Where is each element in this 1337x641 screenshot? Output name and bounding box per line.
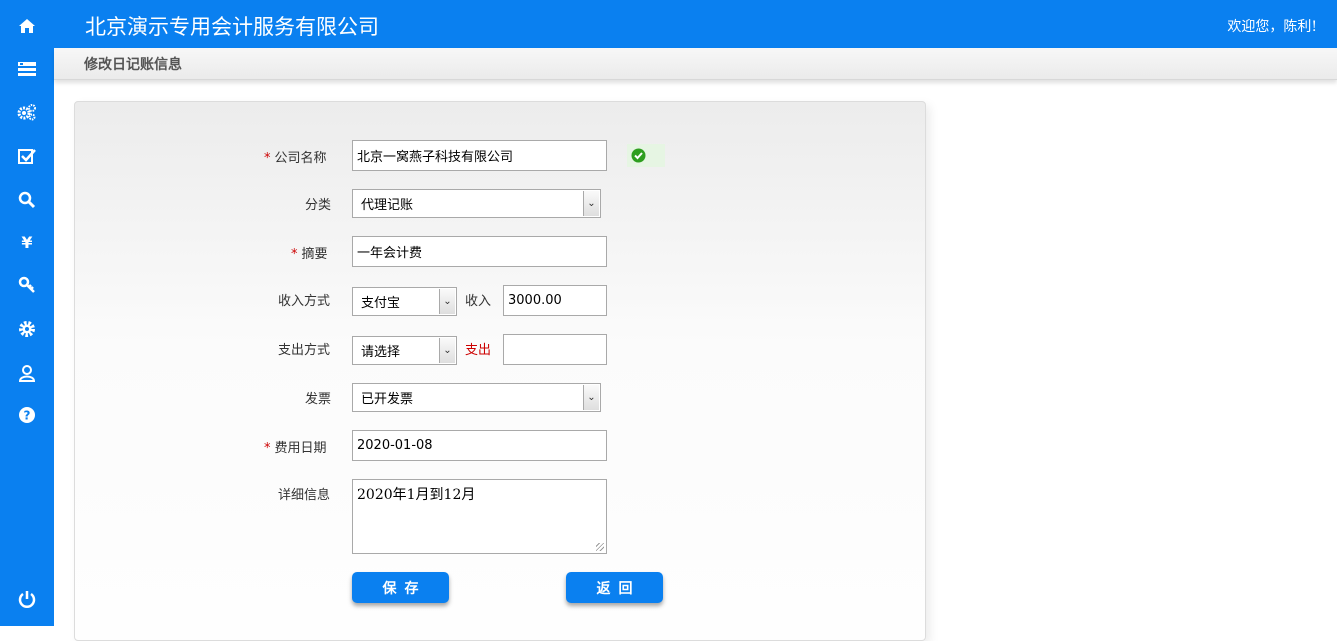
summary-label: * 摘要	[291, 247, 328, 262]
resize-grip-icon[interactable]	[596, 543, 604, 551]
save-button[interactable]: 保存	[352, 572, 449, 603]
help-icon[interactable]: ?	[0, 400, 54, 430]
user-icon[interactable]	[0, 358, 54, 388]
income-input[interactable]: 3000.00	[503, 285, 607, 316]
check-icon[interactable]	[0, 141, 54, 171]
top-bar: 北京演示专用会计服务有限公司 欢迎您，陈利!	[54, 0, 1337, 48]
expense-label: 支出	[465, 343, 492, 358]
chevron-down-icon: ⌄	[583, 191, 599, 216]
gear-icon[interactable]	[0, 314, 54, 344]
date-label: * 费用日期	[264, 441, 327, 456]
company-label: * 公司名称	[264, 151, 327, 166]
expense-input[interactable]	[503, 334, 607, 365]
date-input[interactable]: 2020-01-08	[352, 430, 607, 461]
income-method-select[interactable]: 支付宝 ⌄	[352, 287, 457, 316]
chevron-down-icon: ⌄	[583, 385, 599, 410]
form-panel	[74, 101, 926, 641]
list-icon[interactable]	[0, 54, 54, 84]
income-method-label: 收入方式	[278, 294, 331, 309]
home-icon[interactable]	[0, 11, 54, 41]
invoice-label: 发票	[305, 392, 332, 407]
sidebar: ¥ ?	[0, 0, 54, 626]
chevron-down-icon: ⌄	[439, 338, 455, 363]
validation-ok-badge	[627, 144, 665, 167]
back-button[interactable]: 返回	[566, 572, 663, 603]
chevron-down-icon: ⌄	[439, 289, 455, 314]
category-select[interactable]: 代理记账 ⌄	[352, 189, 601, 218]
page-title-bar: 修改日记账信息	[54, 48, 1337, 80]
settings-gears-icon[interactable]	[0, 97, 54, 127]
detail-label: 详细信息	[278, 488, 331, 503]
page-title: 修改日记账信息	[84, 57, 182, 73]
expense-method-label: 支出方式	[278, 343, 331, 358]
invoice-select[interactable]: 已开发票 ⌄	[352, 383, 601, 412]
category-label: 分类	[305, 198, 332, 213]
yen-icon[interactable]: ¥	[0, 227, 54, 257]
company-title: 北京演示专用会计服务有限公司	[85, 15, 379, 39]
welcome-text: 欢迎您，陈利!	[1227, 19, 1317, 35]
svg-text:?: ?	[24, 409, 31, 423]
search-icon[interactable]	[0, 185, 54, 215]
income-label: 收入	[465, 294, 492, 309]
check-circle-icon	[631, 148, 646, 163]
expense-method-select[interactable]: 请选择 ⌄	[352, 336, 457, 365]
required-mark: *	[264, 151, 271, 166]
key-icon[interactable]	[0, 270, 54, 300]
power-icon[interactable]	[0, 584, 54, 614]
company-name-input[interactable]: 北京一窝燕子科技有限公司	[352, 140, 607, 171]
summary-input[interactable]: 一年会计费	[352, 236, 607, 267]
detail-textarea[interactable]: 2020年1月到12月	[352, 479, 607, 554]
